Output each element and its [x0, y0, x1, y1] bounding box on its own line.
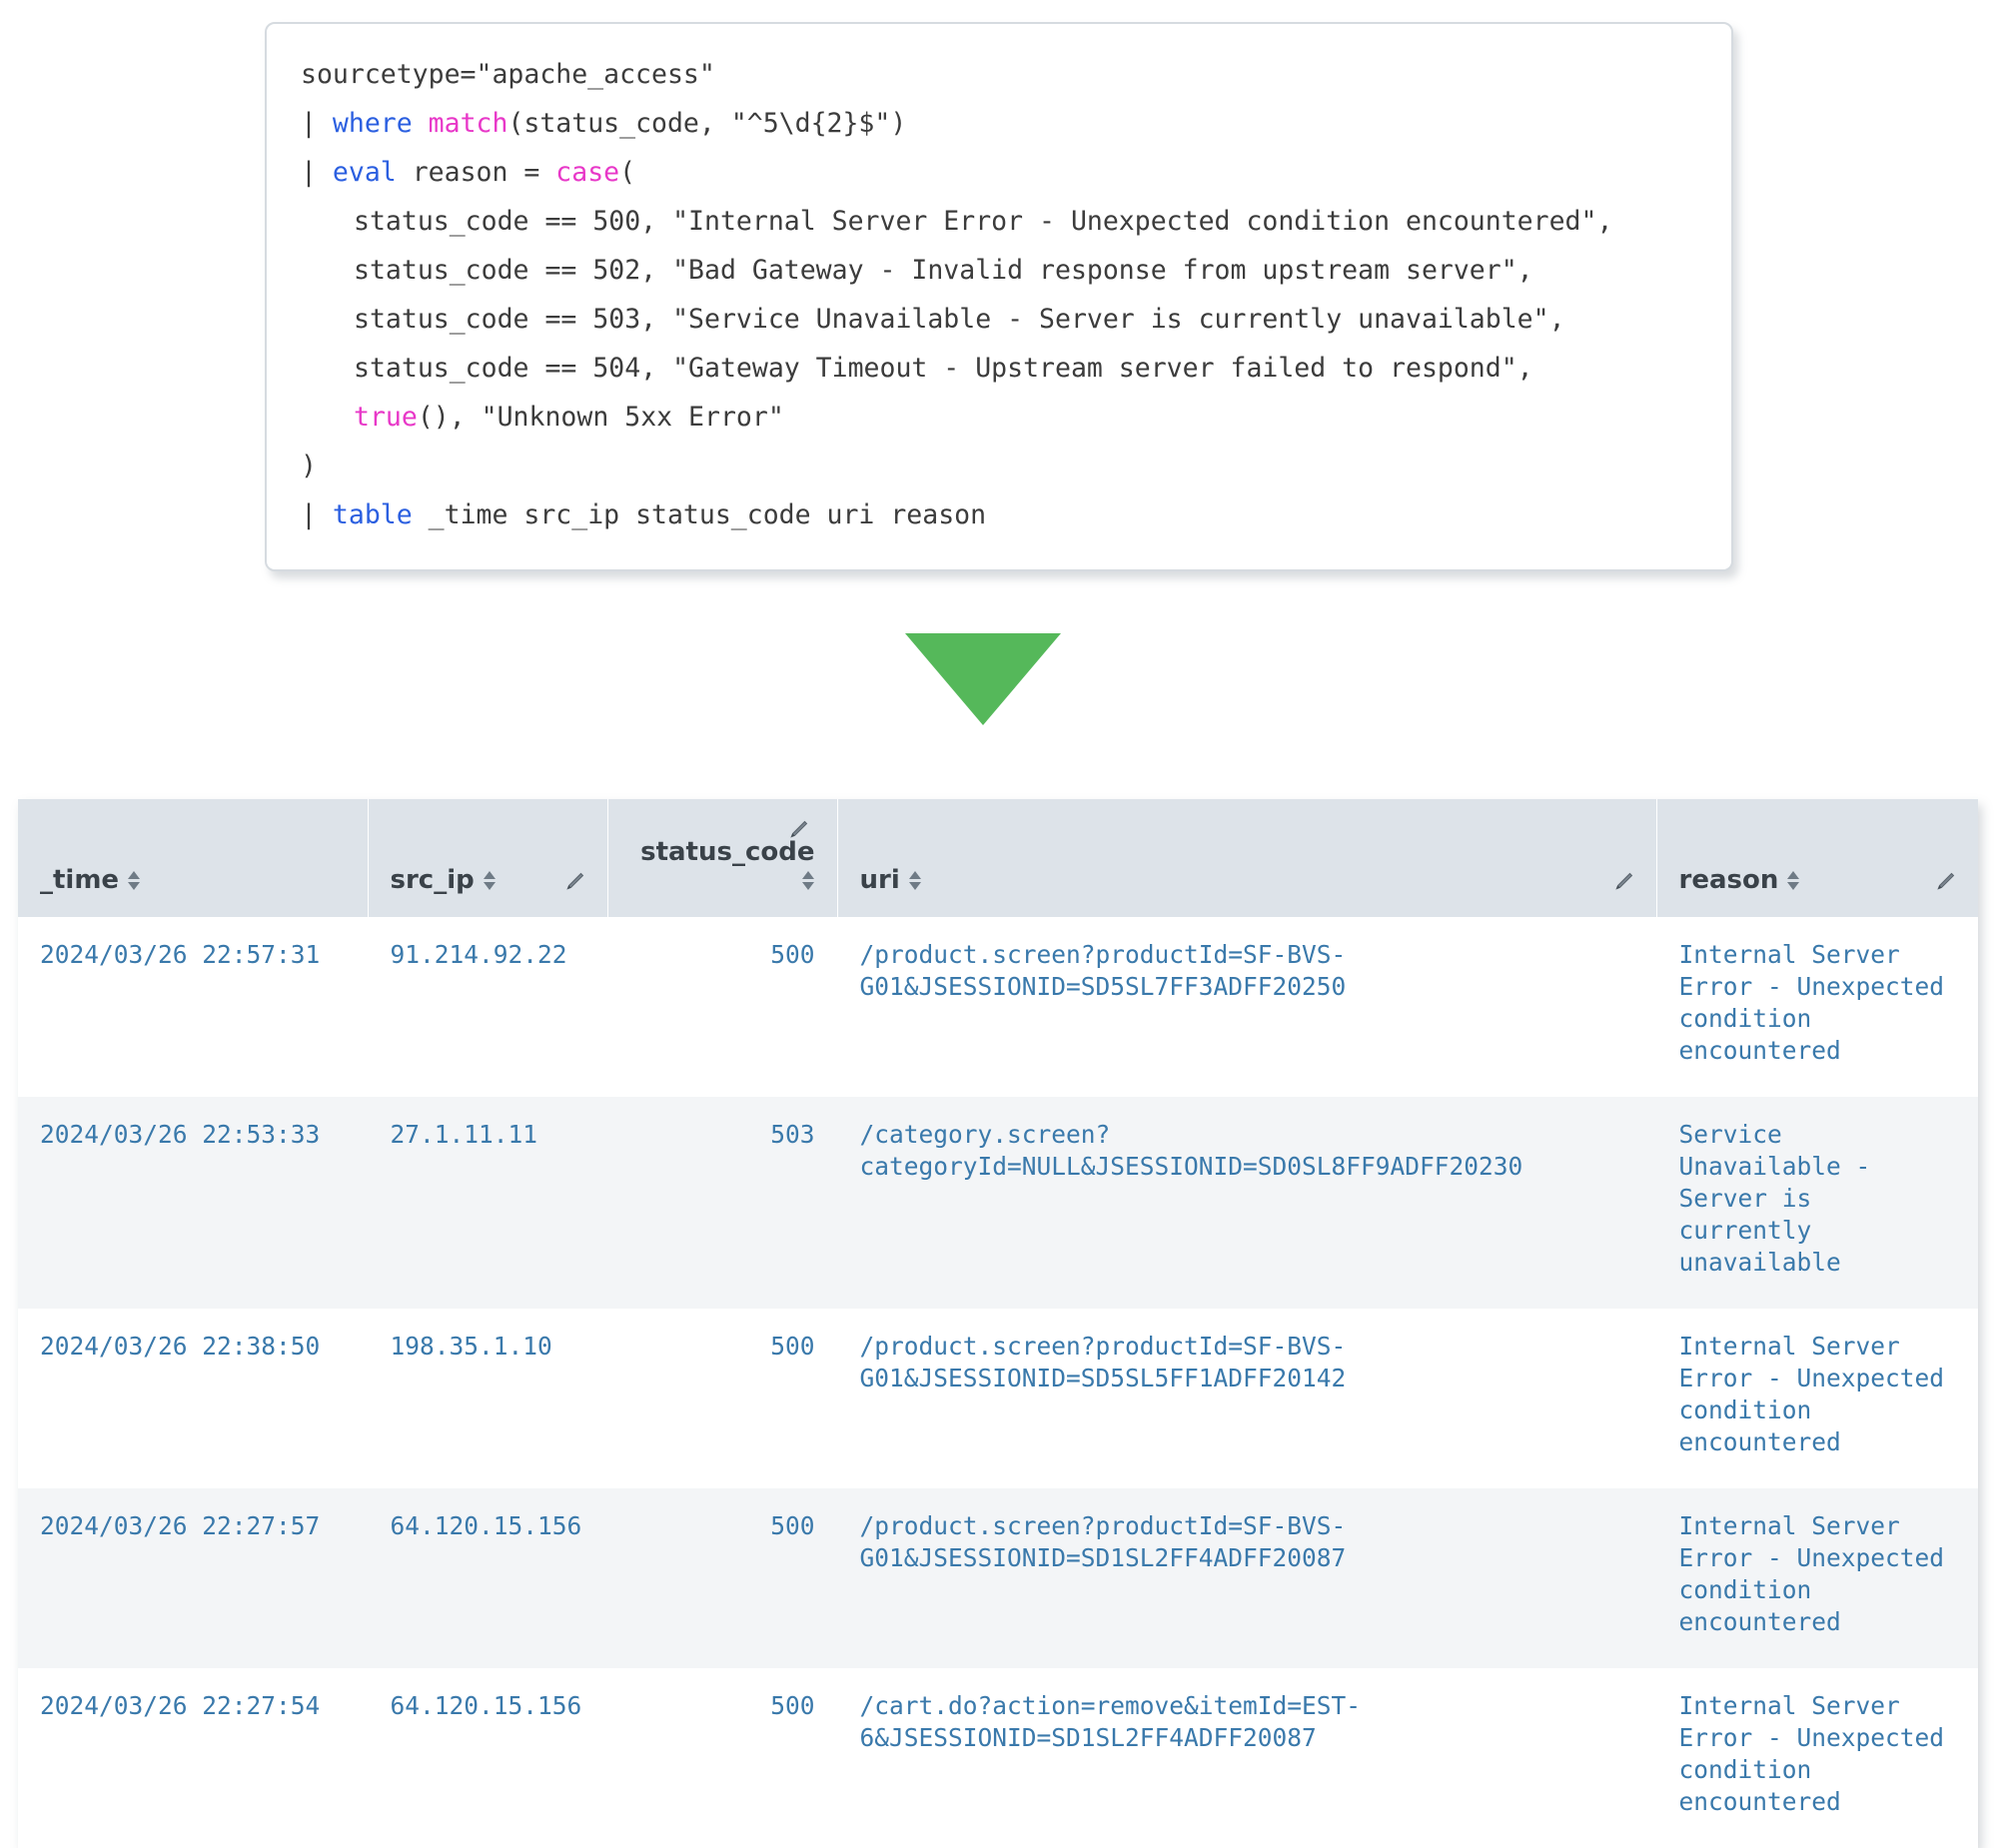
code-token: table — [332, 499, 429, 530]
cell-_time: 2024/03/26 22:27:57 — [18, 1488, 368, 1668]
code-line: status_code == 500, "Internal Server Err… — [301, 197, 1697, 246]
cell-status_code[interactable]: 500 — [607, 917, 837, 1097]
sort-arrows-icon[interactable] — [483, 867, 497, 893]
cell-reason[interactable]: Internal Server Error - Unexpected condi… — [1656, 1309, 1978, 1488]
cell-src_ip[interactable]: 198.35.1.10 — [368, 1309, 607, 1488]
code-token: eval — [332, 157, 413, 188]
sort-arrows-icon[interactable] — [1787, 867, 1800, 893]
header-cell-inner: uri — [838, 799, 1656, 917]
table-header-src_ip[interactable]: src_ip — [368, 799, 608, 917]
code-token: status_code == 500, "Internal Server Err… — [354, 206, 1613, 237]
cell-status_code[interactable]: 500 — [607, 1309, 837, 1488]
code-token: ( — [619, 157, 636, 188]
spl-query-panel: sourcetype="apache_access" | where match(… — [265, 22, 1733, 571]
sort-arrows-icon[interactable] — [128, 867, 141, 893]
code-token: status_code == 502, "Bad Gateway - Inval… — [354, 255, 1533, 286]
code-line: | table _time src_ip status_code uri rea… — [301, 490, 1697, 539]
pencil-edit-icon[interactable] — [1932, 869, 1958, 895]
code-token: ) — [301, 451, 317, 481]
table-header-reason[interactable]: reason — [1656, 799, 1978, 917]
cell-reason[interactable]: Internal Server Error - Unexpected condi… — [1656, 917, 1978, 1097]
spl-query-code-block[interactable]: sourcetype="apache_access" | where match(… — [265, 22, 1733, 571]
table-header-uri[interactable]: uri — [837, 799, 1657, 917]
column-label-text: reason — [1678, 865, 1779, 895]
cell-status_code[interactable]: 503 — [607, 1097, 837, 1309]
pencil-edit-icon[interactable] — [1610, 869, 1636, 895]
sort-arrows-icon[interactable] — [801, 867, 815, 893]
table-row[interactable]: 2024/03/26 22:38:50 198.35.1.10 500/produc… — [18, 1309, 1978, 1488]
column-label: _time — [40, 865, 141, 895]
sort-arrows-icon[interactable] — [908, 867, 922, 893]
column-label: reason — [1679, 865, 1801, 895]
code-token: (), "Unknown 5xx Error" — [417, 402, 784, 433]
code-line: true(), "Unknown 5xx Error" — [301, 393, 1697, 442]
cell-_time: 2024/03/26 22:38:50 — [18, 1309, 368, 1488]
code-token: | — [301, 499, 333, 530]
table-row[interactable]: 2024/03/26 22:53:33 27.1.11.11 503/categor… — [18, 1097, 1978, 1309]
cell-uri[interactable]: /category.screen?categoryId=NULL&JSESSIO… — [837, 1097, 1656, 1309]
code-line: status_code == 502, "Bad Gateway - Inval… — [301, 246, 1697, 295]
code-line: | where match(status_code, "^5\d{2}$") — [301, 99, 1697, 148]
header-cell-inner: _time — [18, 799, 368, 917]
spl-query-code-body: sourcetype="apache_access" | where match(… — [301, 50, 1697, 539]
table-header-row: _time src_ip status_codeuri reason — [18, 799, 1978, 917]
table-row[interactable]: 2024/03/26 22:57:31 91.214.92.22 500/produ… — [18, 917, 1978, 1097]
code-line: status_code == 504, "Gateway Timeout - U… — [301, 344, 1697, 393]
header-cell-inner: reason — [1657, 799, 1979, 917]
cell-_time: 2024/03/26 22:53:33 — [18, 1097, 368, 1309]
code-token: case — [555, 157, 620, 188]
cell-reason[interactable]: Internal Server Error - Unexpected condi… — [1656, 1668, 1978, 1848]
column-label: uri — [860, 865, 922, 895]
cell-_time: 2024/03/26 22:27:54 — [18, 1668, 368, 1848]
cell-src_ip[interactable]: 91.214.92.22 — [368, 917, 607, 1097]
cell-uri[interactable]: /product.screen?productId=SF-BVS-G01&JSE… — [837, 1309, 1656, 1488]
pencil-edit-icon[interactable] — [561, 869, 587, 895]
code-line: ) — [301, 442, 1697, 490]
cell-src_ip[interactable]: 64.120.15.156 — [368, 1488, 607, 1668]
code-line: status_code == 503, "Service Unavailable… — [301, 295, 1697, 344]
code-token: status_code == 504, "Gateway Timeout - U… — [354, 353, 1533, 384]
code-token: (status_code, "^5\d{2}$") — [507, 108, 907, 139]
results-table: _time src_ip status_codeuri reason 2024/03/… — [18, 799, 1979, 1848]
cell-status_code[interactable]: 500 — [607, 1668, 837, 1848]
code-token: status_code == 503, "Service Unavailable… — [354, 304, 1565, 335]
pencil-edit-icon[interactable] — [785, 817, 811, 843]
code-token: reason = — [412, 157, 556, 188]
column-edit-control[interactable] — [785, 817, 811, 847]
column-label: src_ip — [391, 865, 497, 895]
column-label-text: uri — [859, 865, 900, 895]
cell-uri[interactable]: /product.screen?productId=SF-BVS-G01&JSE… — [837, 1488, 1656, 1668]
code-token: _time src_ip status_code uri reason — [428, 499, 987, 530]
column-label-text: src_ip — [390, 865, 475, 895]
code-token: | — [301, 157, 333, 188]
table-header-status_code[interactable]: status_code — [607, 799, 838, 917]
results-table-container: _time src_ip status_codeuri reason 2024/03/… — [18, 799, 1978, 1848]
table-row[interactable]: 2024/03/26 22:27:54 64.120.15.156 500/cart… — [18, 1668, 1978, 1848]
table-row[interactable]: 2024/03/26 22:27:57 64.120.15.156 500/prod… — [18, 1488, 1978, 1668]
code-token: true — [354, 402, 418, 433]
triangle-down-icon — [905, 633, 1061, 725]
cell-uri[interactable]: /cart.do?action=remove&itemId=EST-6&JSES… — [837, 1668, 1656, 1848]
sort-control[interactable] — [801, 867, 815, 897]
header-cell-inner: src_ip — [369, 799, 607, 917]
code-token: where — [332, 108, 429, 139]
cell-reason[interactable]: Service Unavailable - Server is currentl… — [1656, 1097, 1978, 1309]
code-line: | eval reason = case( — [301, 148, 1697, 197]
code-token: | — [301, 108, 333, 139]
code-token: match — [428, 108, 508, 139]
cell-src_ip[interactable]: 27.1.11.11 — [368, 1097, 607, 1309]
cell-uri[interactable]: /product.screen?productId=SF-BVS-G01&JSE… — [837, 917, 1656, 1097]
cell-_time: 2024/03/26 22:57:31 — [18, 917, 368, 1097]
column-label-text: _time — [40, 865, 120, 895]
cell-src_ip[interactable]: 64.120.15.156 — [368, 1668, 607, 1848]
cell-reason[interactable]: Internal Server Error - Unexpected condi… — [1656, 1488, 1978, 1668]
results-table-body: 2024/03/26 22:57:31 91.214.92.22 500/produ… — [18, 917, 1978, 1848]
cell-status_code[interactable]: 500 — [607, 1488, 837, 1668]
code-token: sourcetype="apache_access" — [301, 59, 715, 90]
code-line: sourcetype="apache_access" — [301, 50, 1697, 99]
table-header-_time[interactable]: _time — [18, 799, 369, 917]
results-table-head: _time src_ip status_codeuri reason — [18, 799, 1978, 917]
